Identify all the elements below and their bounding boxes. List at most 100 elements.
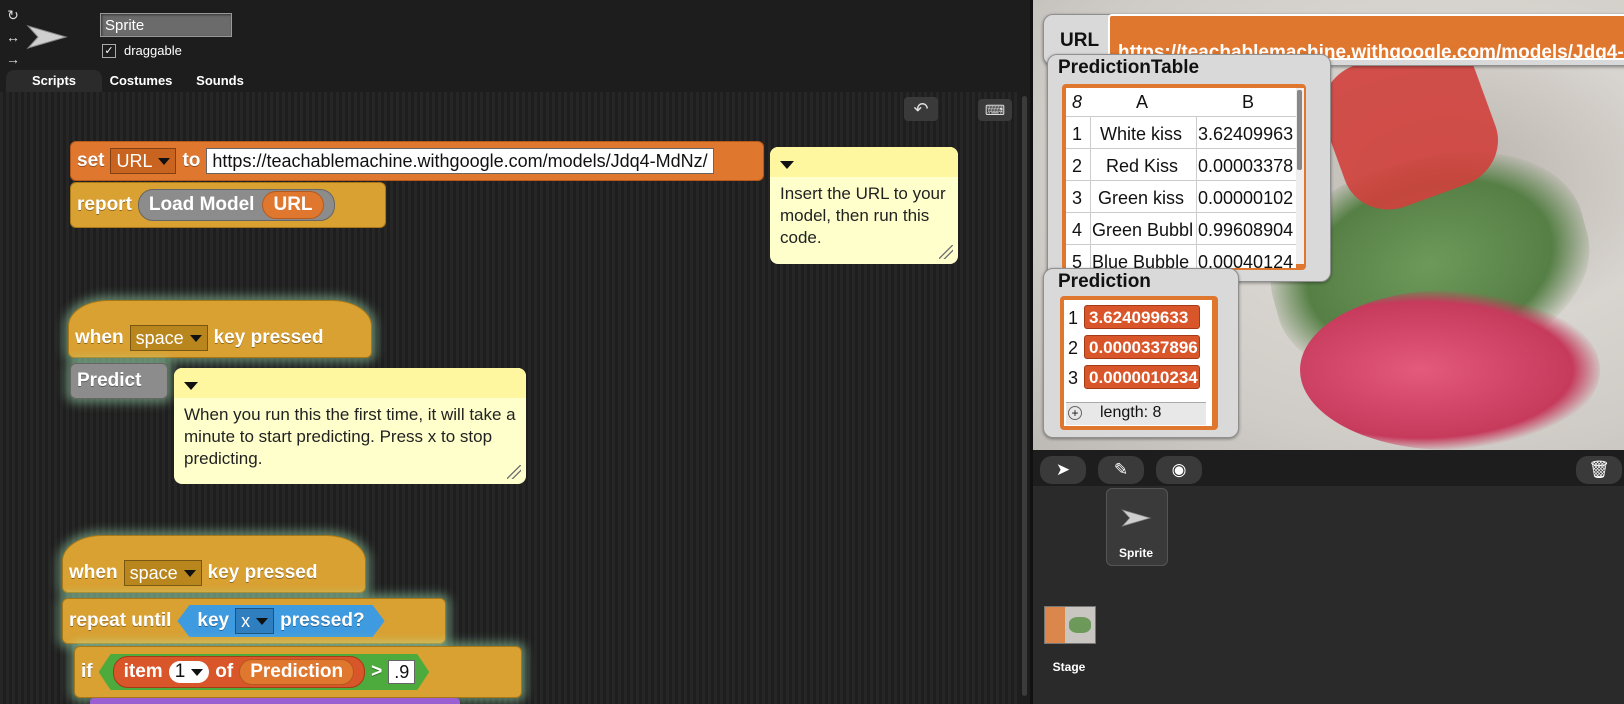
add-turtle-sprite-icon[interactable]: ➤: [1040, 456, 1086, 484]
when-keyword: when: [75, 327, 124, 348]
key-pressed-predicate[interactable]: key x pressed?: [177, 605, 384, 637]
of-keyword: of: [215, 661, 234, 682]
resize-grip-icon[interactable]: [507, 465, 521, 479]
load-model-reporter[interactable]: Load Model URL: [137, 189, 335, 221]
table-row-index: 1: [1072, 124, 1083, 144]
key-dropdown[interactable]: space: [123, 560, 202, 586]
url-input-slot[interactable]: https://teachablemachine.withgoogle.com/…: [206, 148, 714, 174]
table-scrollbar-thumb[interactable]: [1297, 90, 1302, 170]
list-length-label: length: 8: [1100, 404, 1162, 421]
table-gridline: [1066, 116, 1296, 117]
key-name: space: [135, 327, 184, 348]
comment-header[interactable]: [174, 368, 526, 398]
list-item-index: 2: [1068, 338, 1079, 358]
add-item-icon[interactable]: +: [1068, 406, 1082, 420]
table-cell-a[interactable]: Green kiss: [1098, 188, 1194, 209]
comment-text[interactable]: Insert the URL to your model, then run t…: [770, 177, 958, 255]
key-name: x: [241, 610, 251, 631]
chevron-down-icon: [191, 669, 203, 676]
table-cell-b[interactable]: 0.99608904: [1198, 220, 1296, 241]
table-gridline: [1066, 180, 1296, 181]
table-view[interactable]: [1066, 88, 1296, 268]
report-block[interactable]: report Load Model URL: [70, 182, 386, 228]
set-url-block[interactable]: set URL to https://teachablemachine.with…: [70, 141, 764, 181]
greater-than-predicate[interactable]: item 1 of Prediction > .9: [99, 654, 430, 690]
draggable-checkbox[interactable]: ✓: [102, 44, 116, 58]
table-gridline: [1090, 116, 1091, 268]
key-dropdown[interactable]: space: [129, 325, 208, 351]
when-key-hat-block[interactable]: when space key pressed: [68, 300, 372, 358]
keyboard-icon[interactable]: ⌨: [978, 99, 1012, 121]
table-cell-b[interactable]: 0.00003378: [1198, 156, 1296, 177]
table-col-b-header[interactable]: B: [1242, 92, 1254, 113]
table-cell-a[interactable]: White kiss: [1100, 124, 1194, 145]
list-item-index: 1: [1068, 308, 1079, 328]
resize-grip-icon[interactable]: [939, 245, 953, 259]
rotate-any-icon[interactable]: ↻: [4, 6, 22, 24]
when-keyword: when: [69, 562, 118, 583]
camera-icon[interactable]: ◉: [1156, 456, 1202, 484]
to-keyword: to: [182, 150, 201, 171]
threshold-input[interactable]: .9: [388, 660, 415, 684]
if-block[interactable]: if item 1 of Prediction > .9: [74, 646, 522, 698]
tab-sounds[interactable]: Sounds: [180, 70, 260, 92]
chevron-down-icon: [256, 618, 268, 625]
table-row-index: 4: [1072, 220, 1083, 240]
index-dropdown[interactable]: 1: [169, 661, 210, 683]
when-key-hat-block[interactable]: when space key pressed: [62, 535, 366, 593]
comment-predict[interactable]: When you run this the first time, it wil…: [174, 368, 526, 484]
item-of-reporter[interactable]: item 1 of Prediction: [113, 656, 366, 688]
set-keyword: set: [77, 150, 105, 171]
draggable-label: draggable: [124, 43, 182, 58]
list-item[interactable]: 0.0000010234: [1084, 365, 1200, 389]
table-gridline: [1066, 148, 1296, 149]
prediction-table-label: PredictionTable: [1058, 57, 1200, 78]
prediction-variable-reporter[interactable]: Prediction: [239, 659, 354, 685]
table-cell-a[interactable]: Red Kiss: [1106, 156, 1194, 177]
variable-name: URL: [116, 150, 153, 171]
tab-costumes[interactable]: Costumes: [98, 70, 184, 92]
stage-thumb-watchers: [1045, 607, 1065, 643]
table-corner: 8: [1072, 92, 1083, 112]
repeat-until-keyword: repeat until: [69, 610, 172, 631]
if-keyword: if: [81, 661, 93, 682]
greater-than-operator: >: [371, 661, 383, 682]
table-col-a-header[interactable]: A: [1136, 92, 1148, 113]
comment-header[interactable]: [770, 147, 958, 177]
trash-icon[interactable]: 🗑: [1576, 456, 1622, 484]
sprite-name-field[interactable]: Sprite: [100, 13, 232, 37]
rotate-none-icon[interactable]: →: [4, 50, 22, 68]
paint-brush-icon[interactable]: ✎: [1098, 456, 1144, 484]
chevron-down-icon: [183, 569, 196, 577]
list-item[interactable]: 0.0000337896: [1084, 335, 1200, 359]
chevron-down-icon: [189, 334, 202, 342]
table-gridline: [1066, 212, 1296, 213]
tab-scripts[interactable]: Scripts: [6, 70, 102, 92]
table-cell-a[interactable]: Green Bubbl: [1092, 220, 1194, 241]
key-keyword: key: [197, 610, 230, 631]
predict-block[interactable]: Predict: [70, 363, 168, 399]
key-dropdown[interactable]: x: [235, 608, 274, 634]
table-cell-b[interactable]: 0.00000102: [1198, 188, 1296, 209]
scripts-scrollbar-thumb[interactable]: [1022, 96, 1027, 696]
repeat-until-block[interactable]: repeat until key x pressed?: [62, 598, 446, 644]
collapse-triangle-icon[interactable]: [780, 161, 794, 169]
sprite-tile-label: Sprite: [1118, 546, 1153, 560]
variable-dropdown[interactable]: URL: [110, 148, 177, 174]
key-pressed-keyword: key pressed: [213, 327, 324, 348]
comment-text[interactable]: When you run this the first time, it wil…: [174, 398, 526, 476]
pressed-keyword: pressed?: [280, 610, 365, 631]
table-cell-b[interactable]: 3.62409963: [1198, 124, 1296, 145]
sprite-arrow-icon: [1121, 509, 1152, 527]
comment-url[interactable]: Insert the URL to your model, then run t…: [770, 147, 958, 264]
list-item[interactable]: 3.624099633: [1084, 305, 1200, 329]
collapse-triangle-icon[interactable]: [184, 382, 198, 390]
table-row-index: 3: [1072, 188, 1083, 208]
stage-thumbnail[interactable]: [1044, 606, 1096, 644]
load-model-label: Load Model: [148, 194, 255, 215]
stage-thumb-candy: [1069, 617, 1091, 633]
undo-icon[interactable]: ↶: [904, 97, 938, 121]
url-variable-reporter[interactable]: URL: [262, 191, 324, 219]
rotate-leftright-icon[interactable]: ↔: [4, 28, 22, 46]
stage-tile-label: Stage: [1052, 660, 1086, 674]
